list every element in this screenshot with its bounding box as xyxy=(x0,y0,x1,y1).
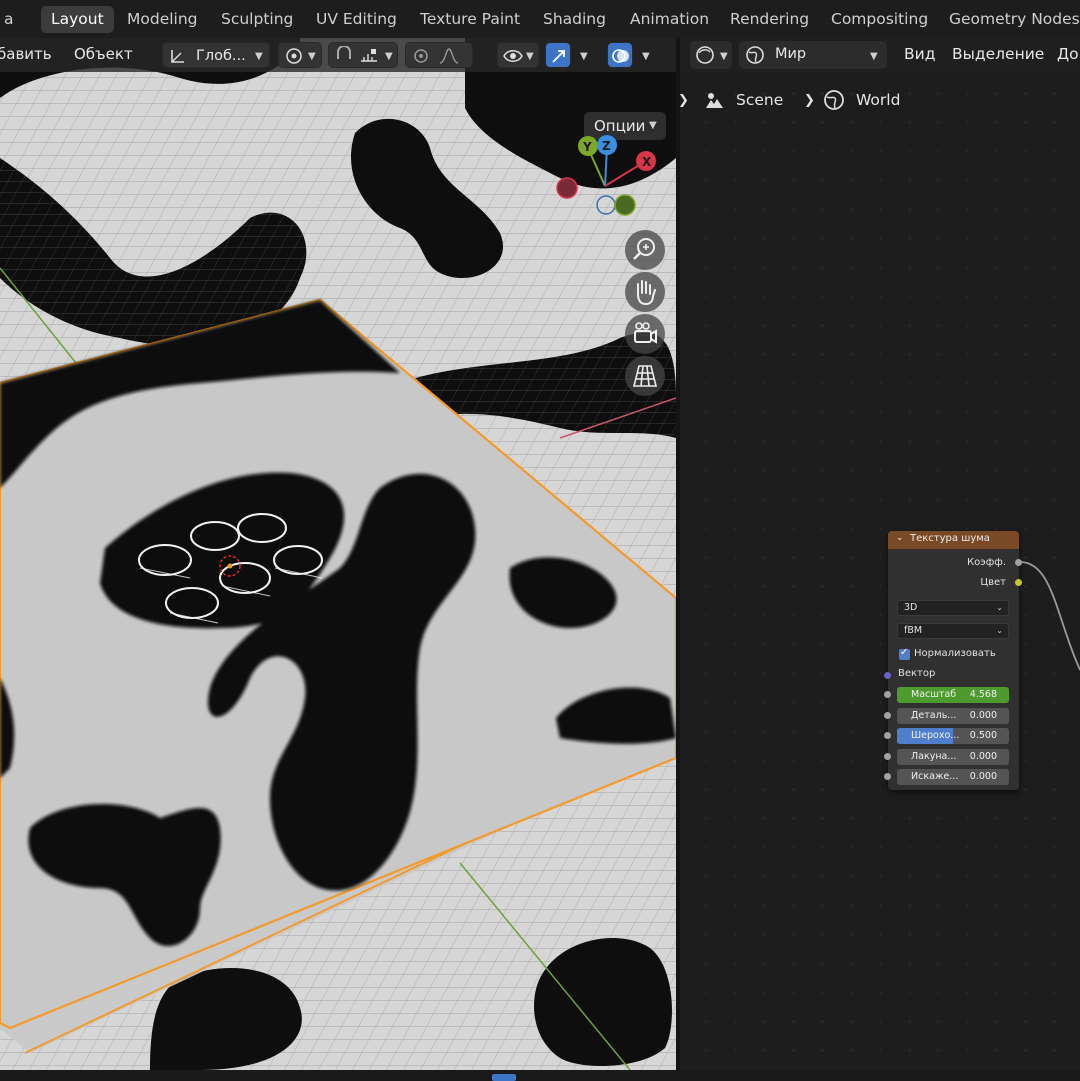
tab-shading[interactable]: Shading xyxy=(533,6,616,33)
tab-uv-editing[interactable]: UV Editing xyxy=(306,6,407,33)
lacunarity-input-socket[interactable] xyxy=(884,753,891,760)
roughness-field-label: Шерохо... xyxy=(911,730,960,741)
camera-icon xyxy=(634,322,657,344)
menu-object[interactable]: Объект xyxy=(74,45,133,63)
vector-label: Вектор xyxy=(898,668,936,679)
distortion-field[interactable]: Искаже... 0.000 xyxy=(897,769,1009,785)
distortion-field-value: 0.000 xyxy=(969,771,997,782)
navigation-gizmo[interactable]: X Y Z xyxy=(548,130,666,218)
menu-add[interactable]: бавить xyxy=(0,45,52,63)
output-fac-label: Коэфф. xyxy=(967,557,1006,568)
overlay-circles-icon xyxy=(612,49,629,63)
transform-orientation-dropdown[interactable]: Глоб... ▼ xyxy=(162,42,270,68)
falloff-curve-icon xyxy=(439,48,459,64)
status-bar xyxy=(0,1070,1080,1081)
roughness-input-socket[interactable] xyxy=(884,732,891,739)
detail-field[interactable]: Деталь... 0.000 xyxy=(897,708,1009,724)
viewport-header: бавить Объект Глоб... ▼ ▼ ▼ ▼ ▼ ▼ xyxy=(0,38,676,72)
detail-field-value: 0.000 xyxy=(969,710,997,721)
chevron-down-icon: ▼ xyxy=(385,51,393,62)
scale-field-label: Масштаб xyxy=(911,689,957,700)
visibility-dropdown[interactable]: ▼ xyxy=(497,42,539,68)
pivot-point-dropdown[interactable]: ▼ xyxy=(278,42,322,68)
chevron-down-icon[interactable]: ▼ xyxy=(642,51,650,62)
node-header[interactable]: ⌄ Текстура шума xyxy=(888,531,1019,549)
roughness-field[interactable]: Шерохо... 0.500 xyxy=(897,728,1009,744)
output-color-label: Цвет xyxy=(980,577,1006,588)
overlays-toggle[interactable] xyxy=(607,42,633,68)
tab-modeling[interactable]: Modeling xyxy=(117,6,208,33)
dimensions-dropdown[interactable]: 3D ⌄ xyxy=(897,600,1009,616)
status-indicator xyxy=(492,1074,516,1081)
distortion-field-label: Искаже... xyxy=(911,771,959,782)
chevron-down-icon[interactable]: ▼ xyxy=(580,51,588,62)
detail-input-socket[interactable] xyxy=(884,712,891,719)
lacunarity-field-value: 0.000 xyxy=(969,751,997,762)
proportional-editing-toggle[interactable] xyxy=(405,42,473,68)
3d-viewport[interactable]: бавить Объект Глоб... ▼ ▼ ▼ ▼ ▼ ▼ Опции … xyxy=(0,38,676,1070)
proportional-icon xyxy=(414,49,428,63)
scale-input-socket[interactable] xyxy=(884,691,891,698)
pivot-icon xyxy=(286,48,302,64)
orientation-label: Глоб... xyxy=(196,48,246,64)
chevron-down-icon: ▼ xyxy=(308,51,316,62)
tab-animation[interactable]: Animation xyxy=(620,6,719,33)
vector-input-socket[interactable] xyxy=(884,672,891,679)
axis-neg-y-icon xyxy=(614,194,636,216)
chevron-down-icon: ⌄ xyxy=(996,626,1003,635)
zoom-button[interactable] xyxy=(625,230,665,270)
output-fac-socket[interactable] xyxy=(1015,559,1022,566)
svg-text:Z: Z xyxy=(602,139,611,153)
scale-field[interactable]: Масштаб 4.568 xyxy=(897,687,1009,703)
svg-text:Y: Y xyxy=(582,140,592,154)
normalize-label: Нормализовать xyxy=(914,648,996,659)
output-color-socket[interactable] xyxy=(1015,579,1022,586)
chevron-down-icon: ⌄ xyxy=(996,603,1003,612)
dimensions-value: 3D xyxy=(904,602,918,613)
snap-increment-icon xyxy=(361,49,377,62)
camera-view-button[interactable] xyxy=(625,314,665,354)
chevron-down-icon: ▼ xyxy=(526,51,534,62)
tab-sculpting[interactable]: Sculpting xyxy=(211,6,303,33)
gizmo-toggle[interactable] xyxy=(545,42,571,68)
pan-button[interactable] xyxy=(625,272,665,312)
axis-neg-x-icon xyxy=(556,177,578,199)
eye-icon xyxy=(503,50,523,62)
gizmo-arrow-icon xyxy=(552,50,565,63)
noise-type-dropdown[interactable]: fBM ⌄ xyxy=(897,623,1009,639)
tab-texture-paint[interactable]: Texture Paint xyxy=(410,6,530,33)
perspective-toggle-button[interactable] xyxy=(625,356,665,396)
grid-perspective-icon xyxy=(632,365,658,387)
roughness-field-value: 0.500 xyxy=(969,730,997,741)
tab-geometry-nodes[interactable]: Geometry Nodes xyxy=(939,6,1080,33)
orientation-axes-icon xyxy=(171,50,184,63)
tab-compositing[interactable]: Compositing xyxy=(821,6,938,33)
workspace-bar: a Layout Modeling Sculpting UV Editing T… xyxy=(0,0,1080,38)
chevron-down-icon: ▼ xyxy=(255,51,263,62)
zoom-icon xyxy=(633,238,655,260)
normalize-checkbox[interactable] xyxy=(899,647,910,660)
noise-type-value: fBM xyxy=(904,625,923,636)
menu-partial[interactable]: a xyxy=(0,6,24,33)
snapping-toggle[interactable]: ▼ xyxy=(328,42,398,68)
lacunarity-field[interactable]: Лакуна... 0.000 xyxy=(897,749,1009,765)
scale-field-value: 4.568 xyxy=(969,689,997,700)
tab-rendering[interactable]: Rendering xyxy=(720,6,819,33)
tab-layout[interactable]: Layout xyxy=(41,6,114,33)
distortion-input-socket[interactable] xyxy=(884,773,891,780)
axis-neg-z-icon xyxy=(596,195,616,215)
detail-field-label: Деталь... xyxy=(911,710,957,721)
node-title: Текстура шума xyxy=(910,533,990,544)
magnet-icon xyxy=(337,46,351,59)
noise-texture-node[interactable]: ⌄ Текстура шума Коэфф. Цвет 3D ⌄ fBM ⌄ Н… xyxy=(884,531,1022,790)
lacunarity-field-label: Лакуна... xyxy=(911,751,957,762)
svg-text:X: X xyxy=(642,155,652,169)
hand-icon xyxy=(637,280,656,306)
collapse-chevron-icon[interactable]: ⌄ xyxy=(896,533,904,543)
